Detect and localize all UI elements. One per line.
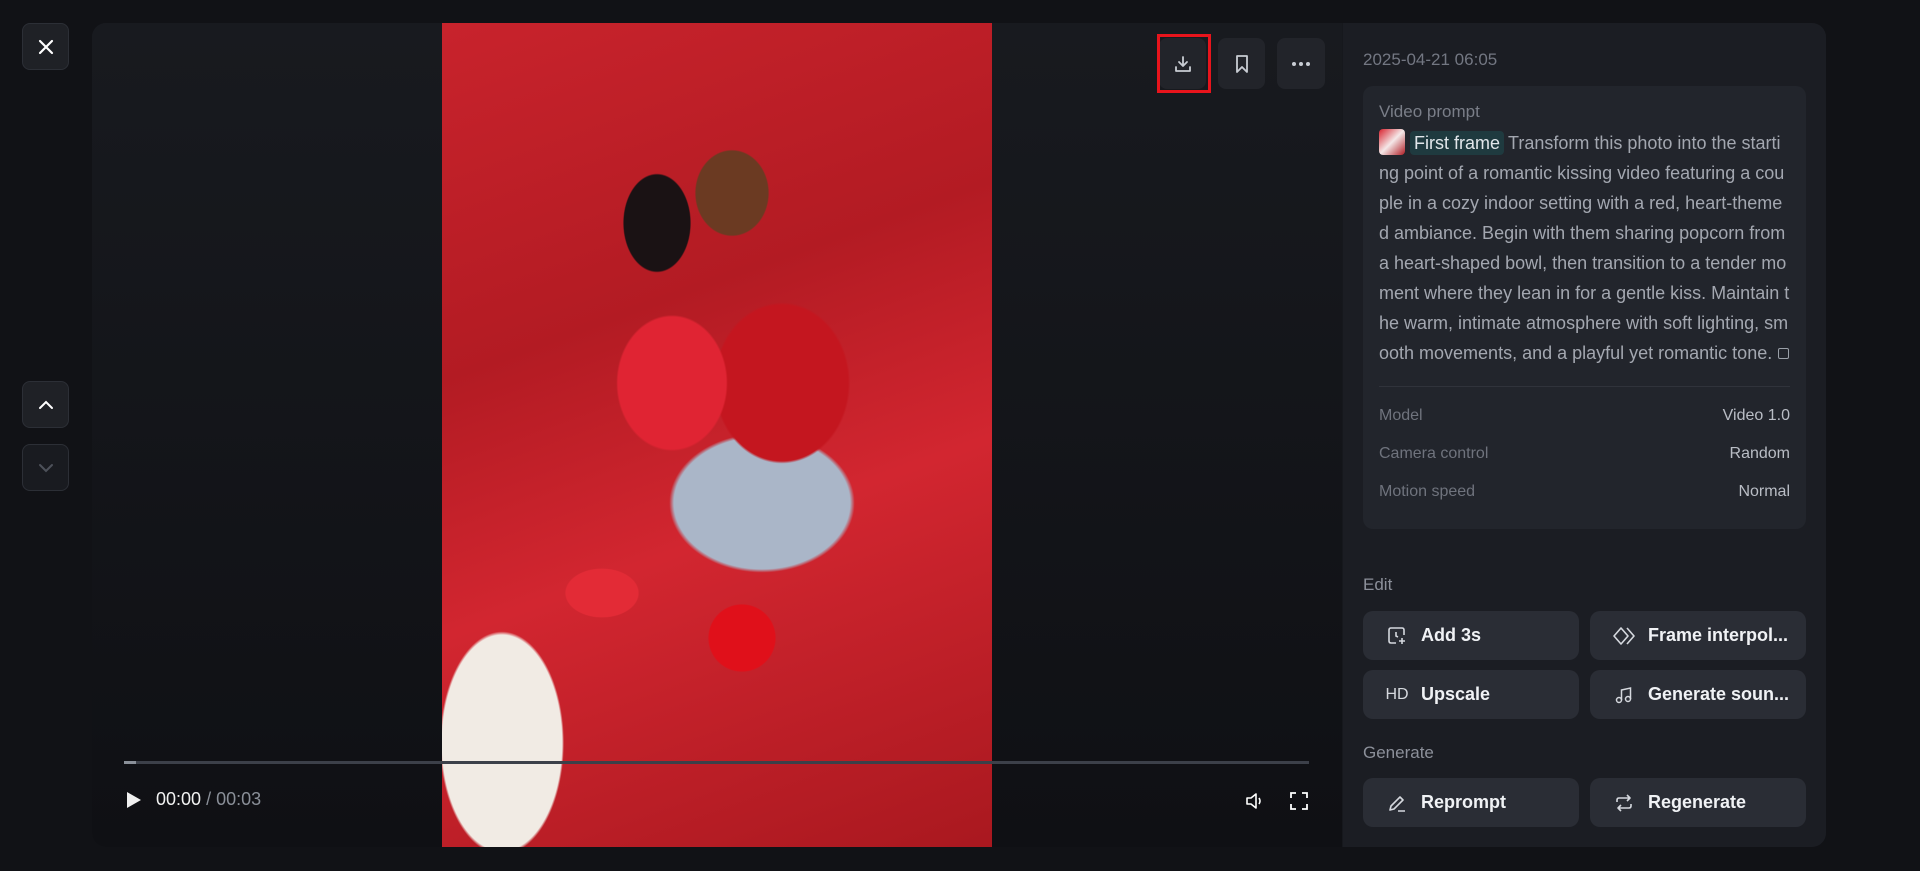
first-frame-tag[interactable]: First frame [1410,131,1505,155]
detail-row-camera: Camera control Random [1379,435,1790,473]
frame-interpolation-button[interactable]: Frame interpol... [1590,611,1806,660]
detail-row-motion: Motion speed Normal [1379,473,1790,511]
duration: 00:03 [216,789,262,809]
button-label: Reprompt [1421,792,1506,812]
divider [1379,386,1790,387]
clock-plus-icon [1388,626,1405,644]
detail-key: Motion speed [1379,483,1476,500]
repeat-icon [1616,793,1632,812]
volume-icon[interactable] [1245,792,1265,810]
close-icon [38,39,53,54]
button-label: Frame interpol... [1648,625,1789,645]
prompt-label: Video prompt [1379,102,1480,121]
diamond-icon [1613,626,1635,645]
current-time: 00:00 [156,789,202,809]
more-icon [1292,61,1310,66]
detail-row-model: Model Video 1.0 [1379,397,1790,435]
close-button[interactable] [22,23,69,70]
detail-value: Random [1729,445,1790,462]
detail-value: Video 1.0 [1722,407,1790,424]
button-label: Generate soun... [1648,684,1790,704]
detail-value: Normal [1738,483,1790,500]
bookmark-button[interactable] [1218,38,1265,89]
timestamp: 2025-04-21 06:05 [1363,50,1498,69]
regenerate-button[interactable]: Regenerate [1590,778,1806,827]
button-label: Upscale [1421,684,1491,704]
more-button[interactable] [1277,38,1325,89]
generate-section-label: Generate [1363,743,1434,762]
prompt-text-block: First frame Transform this photo into the… [1379,128,1790,368]
first-frame-thumbnail [1379,129,1405,155]
pencil-icon [1389,795,1405,812]
copy-icon[interactable] [1778,348,1790,359]
detail-key: Model [1379,407,1423,424]
button-label: Regenerate [1648,792,1747,812]
video-frame [442,23,992,847]
chevron-down-icon [38,463,53,472]
hd-icon: HD [1385,685,1409,703]
progress-bar[interactable] [124,761,1309,764]
fullscreen-icon[interactable] [1290,792,1308,810]
video-player[interactable]: 00:00 / 00:03 [92,23,1342,847]
button-label: Add 3s [1421,625,1482,645]
previous-button[interactable] [22,381,69,428]
edit-section-label: Edit [1363,575,1393,594]
chevron-up-icon [38,400,53,409]
detail-key: Camera control [1379,445,1489,462]
viewer: 00:00 / 00:03 2025-04-21 06:05 Video pro… [92,23,1826,847]
music-note-icon [1615,686,1632,703]
play-icon[interactable] [126,791,142,809]
prompt-card: Video prompt First frame Transform this p… [1363,86,1806,529]
upscale-button[interactable]: HD Upscale [1363,670,1579,719]
progress-fill [124,761,136,764]
generate-sound-button[interactable]: Generate soun... [1590,670,1806,719]
time-separator: / [206,789,212,809]
prompt-text: Transform this photo into the starting p… [1379,133,1790,363]
next-button[interactable] [22,444,69,491]
reprompt-button[interactable]: Reprompt [1363,778,1579,827]
add-3s-button[interactable]: Add 3s [1363,611,1579,660]
download-highlight [1157,34,1211,93]
bookmark-icon [1235,54,1248,73]
details-panel: 2025-04-21 06:05 Video prompt First fram… [1343,23,1826,847]
